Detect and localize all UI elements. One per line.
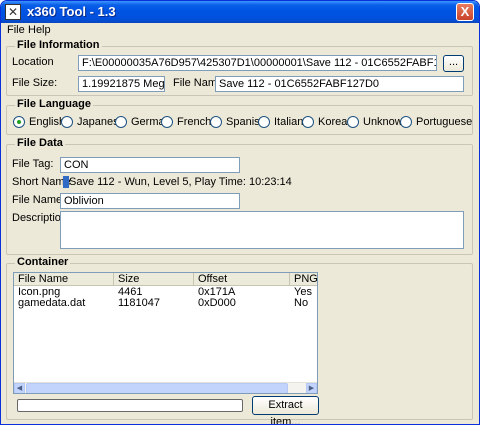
location-field[interactable]: F:\E00000035A76D957\425307D1\00000001\Sa… — [78, 55, 437, 71]
list-header: File Name Size Offset PNG — [14, 273, 317, 286]
column-offset[interactable]: Offset — [194, 273, 290, 286]
data-file-name-label: File Name — [12, 194, 63, 206]
horizontal-scrollbar[interactable]: ◀ ▶ — [14, 382, 317, 393]
column-size[interactable]: Size — [114, 273, 194, 286]
radio-italian[interactable]: Italian — [258, 116, 303, 128]
radio-korean[interactable]: Korean — [302, 116, 353, 128]
radio-portuguese[interactable]: Portuguese — [400, 116, 472, 128]
scroll-left-icon[interactable]: ◀ — [14, 383, 25, 393]
main-window: ✕ x360 Tool - 1.3 X File Help File Infor… — [0, 0, 480, 425]
short-name-value: Save 112 - Wun, Level 5, Play Time: 10:2… — [69, 176, 292, 188]
file-data-title: File Data — [15, 137, 65, 149]
window-title: x360 Tool - 1.3 — [27, 4, 116, 19]
data-file-name-field[interactable]: Oblivion — [60, 193, 240, 209]
radio-english-label: English — [29, 116, 66, 128]
radio-unknown-indicator[interactable] — [347, 116, 359, 128]
radio-japanese-indicator[interactable] — [61, 116, 73, 128]
radio-italian-indicator[interactable] — [258, 116, 270, 128]
column-file-name[interactable]: File Name — [14, 273, 114, 286]
radio-italian-label: Italian — [274, 116, 304, 128]
menu-bar: File Help — [1, 23, 479, 38]
extract-item-button[interactable]: Extract item... — [252, 396, 319, 424]
menu-file[interactable]: File — [7, 24, 25, 36]
file-information-group: File Information Location F:\E00000035A7… — [6, 39, 473, 96]
x360-app-icon: ✕ — [5, 4, 21, 20]
description-label: Description — [12, 212, 68, 224]
table-row[interactable]: Icon.png 4461 0x171A Yes — [14, 286, 317, 298]
column-png[interactable]: PNG — [290, 273, 317, 286]
table-row[interactable]: gamedata.dat 1181047 0xD000 No — [14, 297, 317, 309]
cell-file-name: gamedata.dat — [18, 297, 86, 309]
cell-png: No — [294, 297, 309, 309]
container-file-list[interactable]: File Name Size Offset PNG Icon.png 4461 … — [13, 272, 318, 394]
radio-spanish-indicator[interactable] — [210, 116, 222, 128]
language-radio-row: English Japanese German French Spanish I… — [7, 116, 472, 130]
radio-french[interactable]: French — [161, 116, 211, 128]
radio-french-indicator[interactable] — [161, 116, 173, 128]
scroll-right-icon[interactable]: ▶ — [306, 383, 317, 393]
title-bar[interactable]: ✕ x360 Tool - 1.3 X — [1, 1, 479, 23]
file-name-field[interactable]: Save 112 - 01C6552FABF127D0 — [215, 76, 464, 92]
location-label: Location — [12, 56, 54, 68]
short-name-field[interactable]: Save 112 - Wun, Level 5, Play Time: 10:2… — [60, 175, 292, 191]
radio-portuguese-label: Portuguese — [416, 116, 473, 128]
file-tag-label: File Tag: — [12, 158, 54, 170]
browse-button[interactable]: ... — [443, 55, 464, 72]
extract-progress-bar — [17, 399, 243, 412]
scroll-thumb[interactable] — [26, 383, 288, 393]
file-language-title: File Language — [15, 98, 93, 110]
radio-german-indicator[interactable] — [115, 116, 127, 128]
close-icon[interactable]: X — [456, 3, 474, 21]
file-tag-field[interactable]: CON — [60, 157, 240, 173]
cell-offset: 0xD000 — [198, 297, 236, 309]
file-size-label: File Size: — [12, 77, 58, 89]
radio-portuguese-indicator[interactable] — [400, 116, 412, 128]
file-information-title: File Information — [15, 39, 102, 51]
radio-english[interactable]: English — [13, 116, 65, 128]
file-size-field[interactable]: 1.19921875 Megabytes — [78, 76, 165, 92]
menu-help[interactable]: Help — [28, 24, 51, 36]
container-group: Container File Name Size Offset PNG Icon… — [6, 256, 473, 424]
description-field[interactable] — [60, 211, 464, 249]
file-data-group: File Data File Tag: CON Short Name Save … — [6, 137, 473, 255]
cell-size: 1181047 — [118, 297, 161, 309]
container-title: Container — [15, 256, 71, 268]
radio-english-indicator[interactable] — [13, 116, 25, 128]
radio-french-label: French — [177, 116, 212, 128]
radio-korean-indicator[interactable] — [302, 116, 314, 128]
file-language-group: File Language English Japanese German Fr… — [6, 98, 473, 135]
